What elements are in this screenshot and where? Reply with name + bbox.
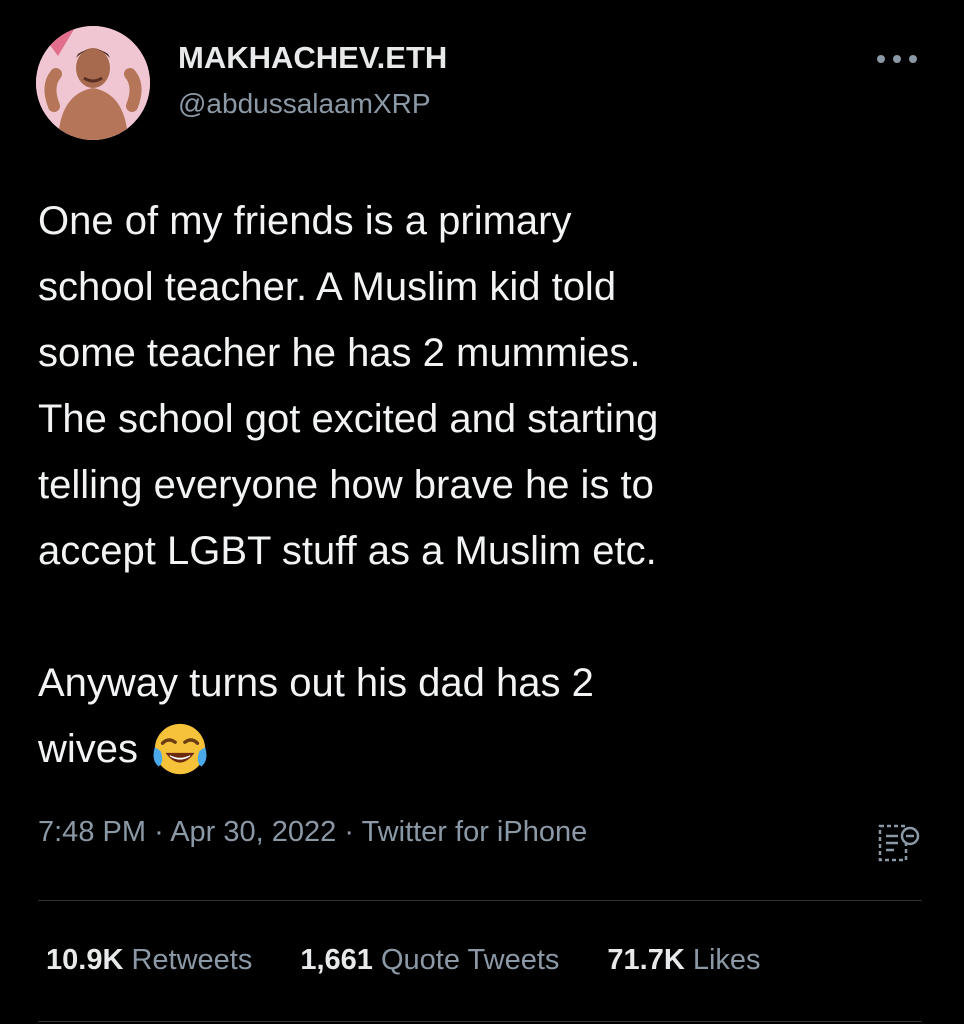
retweets-count: 10.9K [46, 944, 124, 976]
tweet-line: telling everyone how brave he is to [38, 463, 654, 507]
meta-separator: · [154, 816, 164, 848]
divider [38, 900, 922, 901]
meta-separator: · [344, 816, 355, 848]
avatar[interactable] [36, 26, 150, 140]
quote-tweets-label: Quote Tweets [380, 944, 560, 976]
tweet-line-last: wives [38, 716, 928, 782]
tweet-meta: 7:48 PM · Apr 30, 2022 · Twitter for iPh… [38, 816, 587, 849]
tweet-source[interactable]: Twitter for iPhone [362, 816, 588, 848]
tweet-stats: 10.9K Retweets 1,661 Quote Tweets 71.7K … [46, 944, 809, 977]
quote-tweets-count: 1,661 [300, 944, 373, 976]
tweet-line: school teacher. A Muslim kid told [38, 265, 617, 309]
fighter-avatar-icon [36, 26, 150, 140]
tweet-word: wives [38, 727, 139, 771]
tweet-line: One of my friends is a primary [38, 199, 572, 243]
tweet-line: some teacher he has 2 mummies. [38, 331, 641, 375]
tweet-time[interactable]: 7:48 PM [38, 816, 146, 848]
more-options-button[interactable] [870, 44, 924, 74]
tweet-line: The school got excited and starting [38, 397, 659, 441]
analytics-icon[interactable] [876, 820, 922, 866]
divider [38, 1021, 922, 1022]
likes-label: Likes [692, 944, 761, 976]
author-display-name[interactable]: MAKHACHEV.ETH [178, 40, 447, 76]
likes-stat[interactable]: 71.7K Likes [607, 944, 760, 977]
tweet-line: accept LGBT stuff as a Muslim etc. [38, 529, 657, 573]
retweets-stat[interactable]: 10.9K Retweets [46, 944, 252, 977]
tweet-line: Anyway turns out his dad has 2 [38, 661, 594, 705]
retweets-label: Retweets [131, 944, 253, 976]
quote-tweets-stat[interactable]: 1,661 Quote Tweets [300, 944, 559, 977]
tweet-date[interactable]: Apr 30, 2022 [170, 816, 336, 848]
ellipsis-icon [877, 55, 917, 63]
tweet-text: One of my friends is a primary school te… [38, 188, 928, 782]
author-handle[interactable]: @abdussalaamXRP [178, 88, 431, 120]
likes-count: 71.7K [607, 944, 685, 976]
face-with-tears-of-joy-icon [153, 723, 207, 775]
